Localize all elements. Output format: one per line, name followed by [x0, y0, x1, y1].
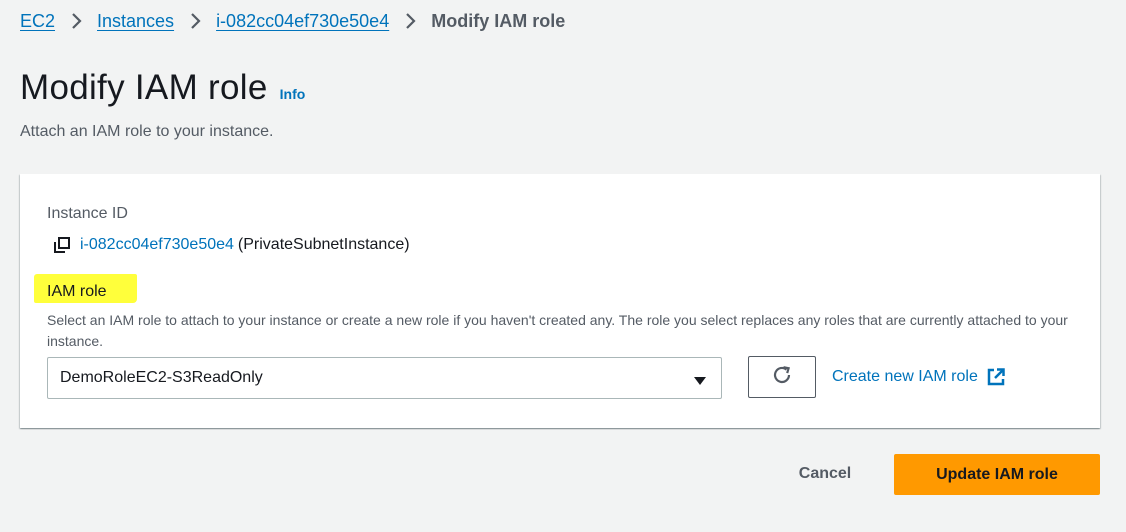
refresh-button[interactable] [748, 356, 816, 398]
breadcrumb-instance-id[interactable]: i-082cc04ef730e50e4 [216, 9, 389, 33]
breadcrumb-current: Modify IAM role [431, 11, 566, 31]
instance-name: (PrivateSubnetInstance) [237, 236, 410, 253]
chevron-right-icon [62, 9, 90, 33]
breadcrumb: EC2 Instances i-082cc04ef730e50e4 Modify… [20, 9, 565, 33]
iam-role-select-value: DemoRoleEC2-S3ReadOnly [60, 369, 263, 386]
chevron-right-icon [396, 9, 424, 33]
instance-id-row: i-082cc04ef730e50e4 (PrivateSubnetInstan… [53, 236, 410, 254]
create-iam-role-label: Create new IAM role [832, 368, 978, 385]
copy-icon[interactable] [53, 236, 71, 254]
page-description: Attach an IAM role to your instance. [20, 123, 274, 140]
page-title: Modify IAM role [20, 68, 268, 107]
instance-id-label: Instance ID [47, 205, 128, 222]
breadcrumb-ec2[interactable]: EC2 [20, 9, 55, 33]
update-iam-role-button[interactable]: Update IAM role [894, 454, 1100, 495]
caret-down-icon [693, 373, 707, 391]
refresh-icon [771, 364, 793, 391]
modify-iam-role-panel: Instance ID i-082cc04ef730e50e4 (Private… [20, 174, 1100, 428]
instance-id-link[interactable]: i-082cc04ef730e50e4 [80, 236, 234, 254]
cancel-button[interactable]: Cancel [770, 454, 880, 494]
create-iam-role-link[interactable]: Create new IAM role [832, 367, 1006, 387]
chevron-right-icon [181, 9, 209, 33]
external-link-icon [986, 367, 1006, 387]
page-header: Modify IAM role Info [20, 66, 305, 110]
iam-role-select[interactable]: DemoRoleEC2-S3ReadOnly [47, 357, 722, 399]
iam-role-description: Select an IAM role to attach to your ins… [47, 312, 1068, 349]
breadcrumb-instances[interactable]: Instances [97, 9, 174, 33]
iam-role-label: IAM role [47, 283, 107, 300]
info-link[interactable]: Info [280, 86, 306, 102]
